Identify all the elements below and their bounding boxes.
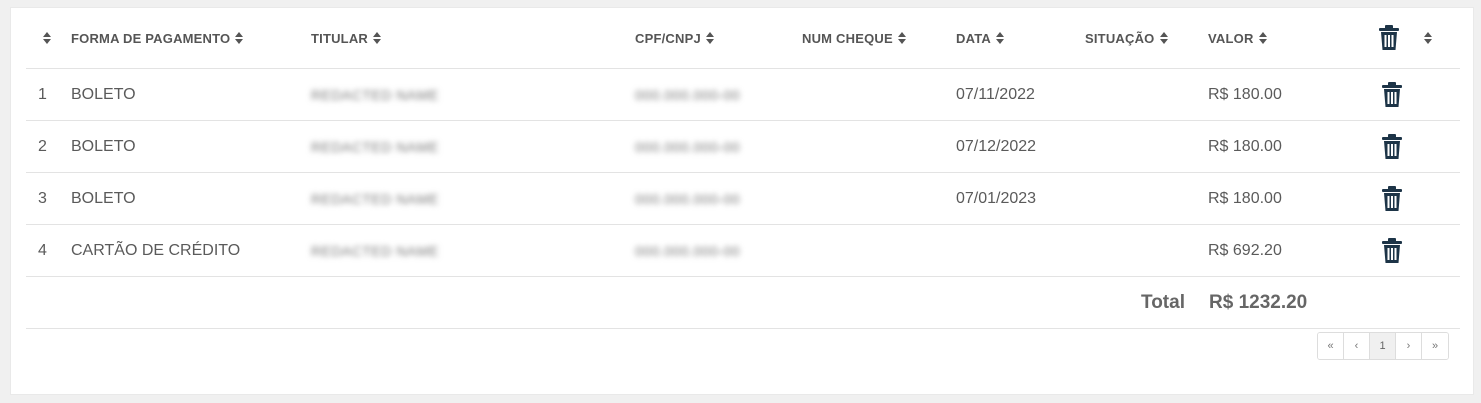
table-row: 3 BOLETO REDACTED NAME 000.000.000-00 07/01/… [26, 173, 1460, 225]
payments-panel: FORMA DE PAGAMENTO TITULAR CPF/CNPJ NUM … [10, 7, 1474, 395]
header-forma-pagamento[interactable]: FORMA DE PAGAMENTO [71, 8, 244, 68]
trash-icon [1379, 25, 1399, 50]
delete-row-button[interactable] [1381, 69, 1403, 120]
header-data[interactable]: DATA [956, 8, 1004, 68]
sort-icon [43, 32, 51, 44]
pagination: « ‹ 1 › » [1317, 332, 1449, 360]
payments-table: FORMA DE PAGAMENTO TITULAR CPF/CNPJ NUM … [26, 8, 1460, 329]
cell-valor: R$ 180.00 [1208, 85, 1282, 103]
table-row: 4 CARTÃO DE CRÉDITO REDACTED NAME 000.000.0… [26, 225, 1460, 277]
pagination-page-button[interactable]: 1 [1370, 333, 1396, 359]
trash-icon [1382, 133, 1402, 159]
header-situacao[interactable]: SITUAÇÃO [1085, 8, 1168, 68]
table-row: 1 BOLETO REDACTED NAME 000.000.000-00 07/11/… [26, 69, 1460, 121]
header-valor[interactable]: VALOR [1208, 8, 1267, 68]
pagination-next-button[interactable]: › [1396, 333, 1422, 359]
header-cpf-cnpj[interactable]: CPF/CNPJ [635, 8, 714, 68]
trash-icon [1382, 185, 1402, 211]
cell-index: 2 [38, 137, 47, 155]
sort-index-header[interactable] [38, 8, 51, 68]
sort-icon [1159, 32, 1168, 44]
delete-row-button[interactable] [1381, 173, 1403, 224]
cell-cpf: 000.000.000-00 [635, 86, 741, 103]
sort-icon [897, 32, 906, 44]
total-row: Total R$ 1232.20 [26, 277, 1460, 329]
cell-valor: R$ 180.00 [1208, 137, 1282, 155]
trash-icon [1382, 237, 1402, 263]
cell-valor: R$ 180.00 [1208, 189, 1282, 207]
delete-all-button[interactable] [1378, 8, 1400, 68]
cell-titular: REDACTED NAME [311, 86, 439, 103]
cell-titular: REDACTED NAME [311, 190, 439, 207]
pagination-last-button[interactable]: » [1422, 333, 1448, 359]
total-value: R$ 1232.20 [1209, 291, 1308, 313]
delete-row-button[interactable] [1381, 121, 1403, 172]
cell-forma: CARTÃO DE CRÉDITO [71, 241, 241, 259]
cell-index: 4 [38, 241, 47, 259]
cell-data: 07/11/2022 [956, 85, 1035, 103]
cell-index: 1 [38, 85, 47, 103]
cell-cpf: 000.000.000-00 [635, 138, 741, 155]
sort-actions-header[interactable] [1419, 8, 1432, 68]
cell-forma: BOLETO [71, 85, 136, 103]
sort-icon [1258, 32, 1267, 44]
pagination-prev-button[interactable]: ‹ [1344, 333, 1370, 359]
sort-icon [705, 32, 714, 44]
cell-data: 07/01/2023 [956, 189, 1037, 207]
cell-data: 07/12/2022 [956, 137, 1037, 155]
total-label: Total [1141, 291, 1185, 313]
cell-forma: BOLETO [71, 189, 136, 207]
table-row: 2 BOLETO REDACTED NAME 000.000.000-00 07/12/… [26, 121, 1460, 173]
header-num-cheque[interactable]: NUM CHEQUE [802, 8, 906, 68]
sort-icon [235, 32, 244, 44]
trash-icon [1382, 81, 1402, 107]
delete-row-button[interactable] [1381, 225, 1403, 276]
header-titular[interactable]: TITULAR [311, 8, 381, 68]
cell-index: 3 [38, 189, 47, 207]
table-header-row: FORMA DE PAGAMENTO TITULAR CPF/CNPJ NUM … [26, 8, 1460, 69]
sort-icon [995, 32, 1004, 44]
sort-icon [373, 32, 381, 44]
pagination-first-button[interactable]: « [1318, 333, 1344, 359]
cell-titular: REDACTED NAME [311, 242, 439, 259]
cell-cpf: 000.000.000-00 [635, 242, 741, 259]
cell-cpf: 000.000.000-00 [635, 190, 741, 207]
cell-titular: REDACTED NAME [311, 138, 439, 155]
sort-icon [1424, 32, 1432, 44]
cell-forma: BOLETO [71, 137, 136, 155]
cell-valor: R$ 692.20 [1208, 241, 1282, 259]
